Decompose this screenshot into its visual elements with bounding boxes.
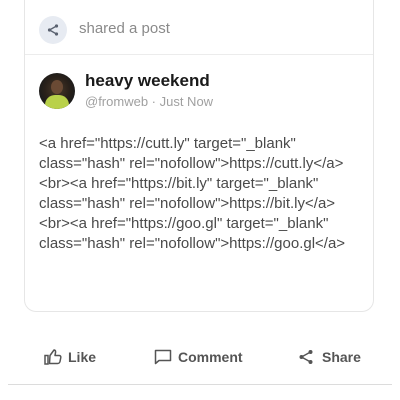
- post-author: heavy weekend @fromweb · Just Now: [25, 68, 373, 112]
- like-button[interactable]: Like: [44, 348, 104, 368]
- comment-icon: [154, 349, 172, 368]
- share-icon: [39, 16, 67, 44]
- comment-label: Comment: [178, 349, 243, 365]
- share-icon: [298, 349, 314, 368]
- post-actions: Like Comment Share: [0, 340, 400, 376]
- post-body-text: <a href="https://cutt.ly" target="_blank…: [39, 135, 346, 252]
- comment-button[interactable]: Comment: [154, 348, 254, 368]
- divider: [8, 384, 392, 385]
- like-label: Like: [68, 349, 97, 365]
- shared-label: shared a post: [79, 20, 170, 37]
- shared-post-card: shared a post heavy weekend @fromweb · J…: [24, 0, 374, 312]
- share-button[interactable]: Share: [298, 348, 368, 368]
- author-name[interactable]: heavy weekend: [85, 71, 210, 91]
- thumbs-up-icon: [44, 349, 62, 368]
- author-meta: @fromweb · Just Now: [85, 94, 214, 109]
- share-label: Share: [322, 349, 361, 365]
- shared-header: shared a post: [25, 0, 373, 55]
- feed-frame: shared a post heavy weekend @fromweb · J…: [0, 0, 400, 400]
- avatar[interactable]: [39, 73, 75, 109]
